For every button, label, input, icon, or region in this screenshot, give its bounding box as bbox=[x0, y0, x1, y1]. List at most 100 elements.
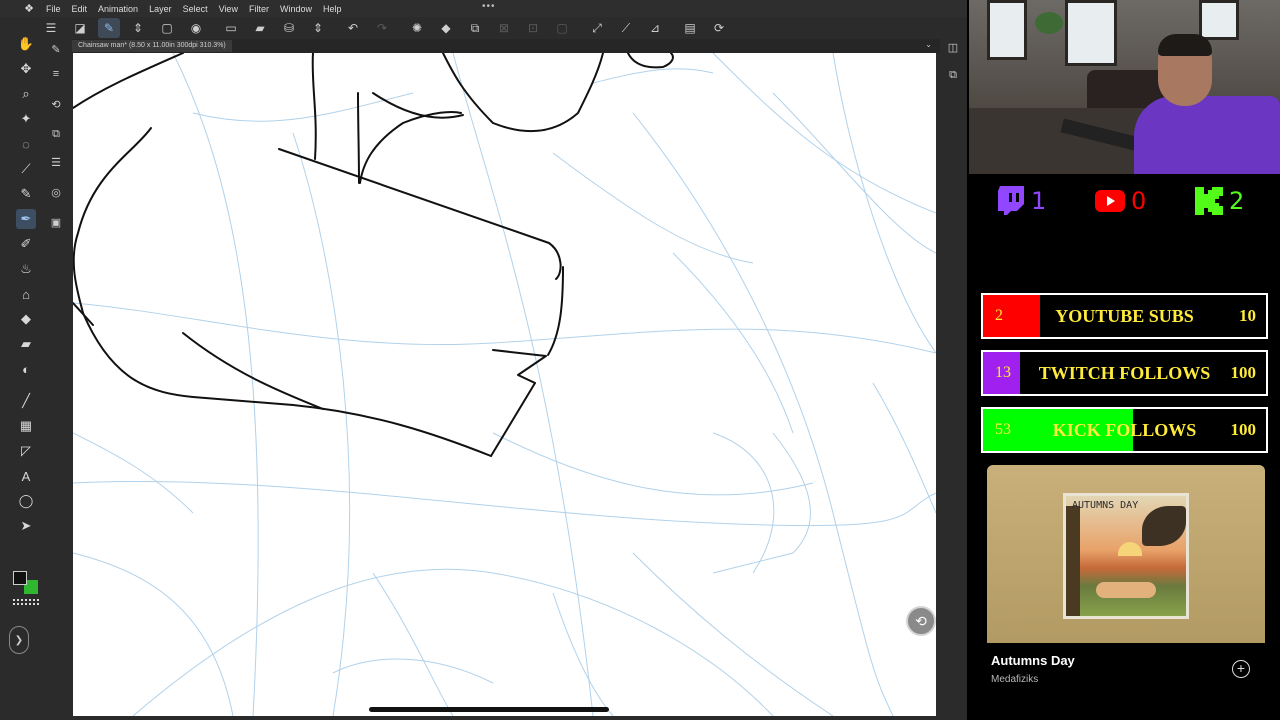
ruler-icon[interactable]: ⊿ bbox=[644, 18, 666, 38]
main-color-swatch[interactable] bbox=[13, 571, 27, 585]
goal-current: 2 bbox=[995, 307, 1003, 324]
pencil-tool-icon[interactable]: ✎ bbox=[16, 184, 36, 204]
panel-layers-icon[interactable]: ⧉ bbox=[945, 67, 961, 83]
document-tab[interactable]: Chainsaw man* (8.50 x 11.00in 300dpi 310… bbox=[72, 40, 232, 52]
twitch-count: 1 bbox=[997, 186, 1046, 216]
blue-sketch-lines bbox=[73, 53, 936, 716]
transparent-color-icon[interactable] bbox=[13, 599, 39, 605]
goal-target: 100 bbox=[1230, 420, 1257, 439]
move-tool-icon[interactable]: ✥ bbox=[16, 59, 36, 79]
goal-title: TWITCH FOLLOWS bbox=[1038, 362, 1211, 383]
new-canvas-icon[interactable]: ▢ bbox=[156, 18, 178, 38]
undo-icon[interactable]: ↶ bbox=[342, 18, 364, 38]
new-file-icon[interactable]: ▭ bbox=[220, 18, 242, 38]
webcam-person-hair bbox=[1158, 34, 1212, 56]
more-menu-dots[interactable]: ••• bbox=[482, 1, 496, 12]
sparkle-tool-icon[interactable]: ✦ bbox=[16, 109, 36, 129]
eyedropper-tool-icon[interactable]: ⟋ bbox=[16, 159, 36, 179]
save-icon[interactable]: ⛁ bbox=[278, 18, 300, 38]
pen-mode-icon[interactable]: ✎ bbox=[98, 18, 120, 38]
menu-view[interactable]: View bbox=[219, 4, 246, 14]
crop-icon[interactable]: ⧉ bbox=[464, 18, 486, 38]
panel-toggle-icon[interactable]: ◫ bbox=[945, 39, 961, 55]
collapse-rail-icon[interactable]: ❯ bbox=[9, 626, 29, 654]
frame-tool-icon[interactable]: ◸ bbox=[16, 441, 36, 461]
color-wheel-icon[interactable]: ◎ bbox=[46, 182, 66, 202]
material-icon[interactable]: ▣ bbox=[46, 212, 66, 232]
loading-spinner-icon[interactable]: ✺ bbox=[406, 18, 428, 38]
brush-icon[interactable]: ⟋ bbox=[615, 18, 637, 38]
ink-lines bbox=[73, 53, 674, 457]
sliders-icon[interactable]: ≡ bbox=[46, 64, 66, 84]
album-cover: AUTUMNS DAY bbox=[1063, 493, 1189, 619]
home-indicator-bar[interactable] bbox=[369, 707, 609, 712]
open-folder-icon[interactable]: ▰ bbox=[249, 18, 271, 38]
clear-outside-icon[interactable]: ⊡ bbox=[522, 18, 544, 38]
cover-tree bbox=[1066, 506, 1080, 616]
menu-select[interactable]: Select bbox=[183, 4, 216, 14]
decoration-tool-icon[interactable]: ⌂ bbox=[16, 284, 36, 304]
twitch-count-value: 1 bbox=[1031, 187, 1047, 215]
webcam-feed bbox=[969, 0, 1280, 174]
command-bar: ☰ ◪ ✎ ⇕ ▢ ◉ ▭ ▰ ⛁ ⇕ ↶ ↷ ✺ ◆ ⧉ ⊠ ⊡ ▢ ⤢ ⟋ … bbox=[40, 17, 940, 39]
chevron-down-icon[interactable]: ⌄ bbox=[925, 40, 932, 49]
blend-tool-icon[interactable]: ◐ bbox=[16, 359, 36, 379]
menu-layer[interactable]: Layer bbox=[149, 4, 180, 14]
kick-icon bbox=[1195, 187, 1223, 215]
redo-icon[interactable]: ↷ bbox=[371, 18, 393, 38]
refresh-icon[interactable]: ⟳ bbox=[708, 18, 730, 38]
youtube-count-value: 0 bbox=[1131, 187, 1147, 215]
app-logo-icon[interactable]: ❖ bbox=[22, 2, 36, 16]
now-playing-widget: AUTUMNS DAY Autumns Day Medafiziks + bbox=[987, 465, 1265, 690]
goal-current: 13 bbox=[995, 364, 1011, 381]
text-tool-icon[interactable]: A bbox=[16, 466, 36, 486]
fill-icon[interactable]: ◆ bbox=[435, 18, 457, 38]
selection-border-icon[interactable]: ▢ bbox=[551, 18, 573, 38]
clear-icon[interactable]: ⊠ bbox=[493, 18, 515, 38]
transform-icon[interactable]: ⤢ bbox=[586, 18, 608, 38]
menu-window[interactable]: Window bbox=[280, 4, 320, 14]
layer-icon[interactable]: ◪ bbox=[69, 18, 91, 38]
fill-tool-icon[interactable]: ◆ bbox=[16, 309, 36, 329]
menu-filter[interactable]: Filter bbox=[249, 4, 277, 14]
document-tabs: Chainsaw man* (8.50 x 11.00in 300dpi 310… bbox=[72, 39, 940, 53]
layers-panel-icon[interactable]: ⧉ bbox=[46, 124, 66, 144]
brush-tool-icon[interactable]: ✐ bbox=[16, 234, 36, 254]
canvas-rotate-button[interactable]: ⟲ bbox=[906, 606, 936, 636]
webcam-window-center bbox=[1065, 0, 1117, 66]
hand-tool-icon[interactable]: ✋ bbox=[16, 34, 36, 54]
cover-fox bbox=[1096, 582, 1156, 598]
goal-kick-follows: KICK FOLLOWS 53 100 bbox=[981, 407, 1268, 453]
menu-edit[interactable]: Edit bbox=[72, 4, 96, 14]
zoom-tool-icon[interactable]: ⌕ bbox=[16, 84, 36, 104]
right-panel-rail: ◫ ⧉ bbox=[940, 34, 967, 720]
object-tool-icon[interactable]: ➤ bbox=[16, 516, 36, 536]
airbrush-tool-icon[interactable]: ♨ bbox=[16, 259, 36, 279]
stack-icon[interactable]: ☰ bbox=[46, 152, 66, 172]
balloon-tool-icon[interactable]: ◯ bbox=[16, 491, 36, 511]
menu-bar: ❖ File Edit Animation Layer Select View … bbox=[0, 0, 967, 17]
stream-overlay: 1 0 2 YOUTUBE SUBS 2 10 TWITCH FOLLOWS 1… bbox=[967, 0, 1280, 720]
updown-arrows-icon[interactable]: ⇕ bbox=[127, 18, 149, 38]
eraser-tool-icon[interactable]: ▰ bbox=[16, 334, 36, 354]
goal-youtube-subs: YOUTUBE SUBS 2 10 bbox=[981, 293, 1268, 339]
menu-file[interactable]: File bbox=[46, 4, 69, 14]
reference-icon[interactable]: ◉ bbox=[185, 18, 207, 38]
goal-target: 100 bbox=[1230, 363, 1257, 382]
rotate-view-icon[interactable]: ⟲ bbox=[46, 94, 66, 114]
goal-target: 10 bbox=[1239, 306, 1256, 325]
pen-subtool-icon[interactable]: ✎ bbox=[46, 39, 66, 59]
clipboard-icon[interactable]: ▤ bbox=[679, 18, 701, 38]
song-artist: Medafiziks bbox=[991, 674, 1039, 685]
add-to-library-icon[interactable]: + bbox=[1232, 660, 1250, 678]
menu-help[interactable]: Help bbox=[323, 4, 350, 14]
line-tool-icon[interactable]: ╱ bbox=[16, 391, 36, 411]
webcam-window-right bbox=[1199, 0, 1239, 40]
gradient-tool-icon[interactable]: ▦ bbox=[16, 416, 36, 436]
lasso-tool-icon[interactable]: ◌ bbox=[16, 134, 36, 154]
pen-tool-icon[interactable]: ✒ bbox=[16, 209, 36, 229]
sub-tool-palette: ✎ ≡ ⟲ ⧉ ☰ ◎ ▣ bbox=[44, 34, 68, 234]
menu-animation[interactable]: Animation bbox=[98, 4, 146, 14]
updown-arrows-2-icon[interactable]: ⇕ bbox=[307, 18, 329, 38]
drawing-canvas[interactable]: ⟲ bbox=[73, 53, 936, 716]
